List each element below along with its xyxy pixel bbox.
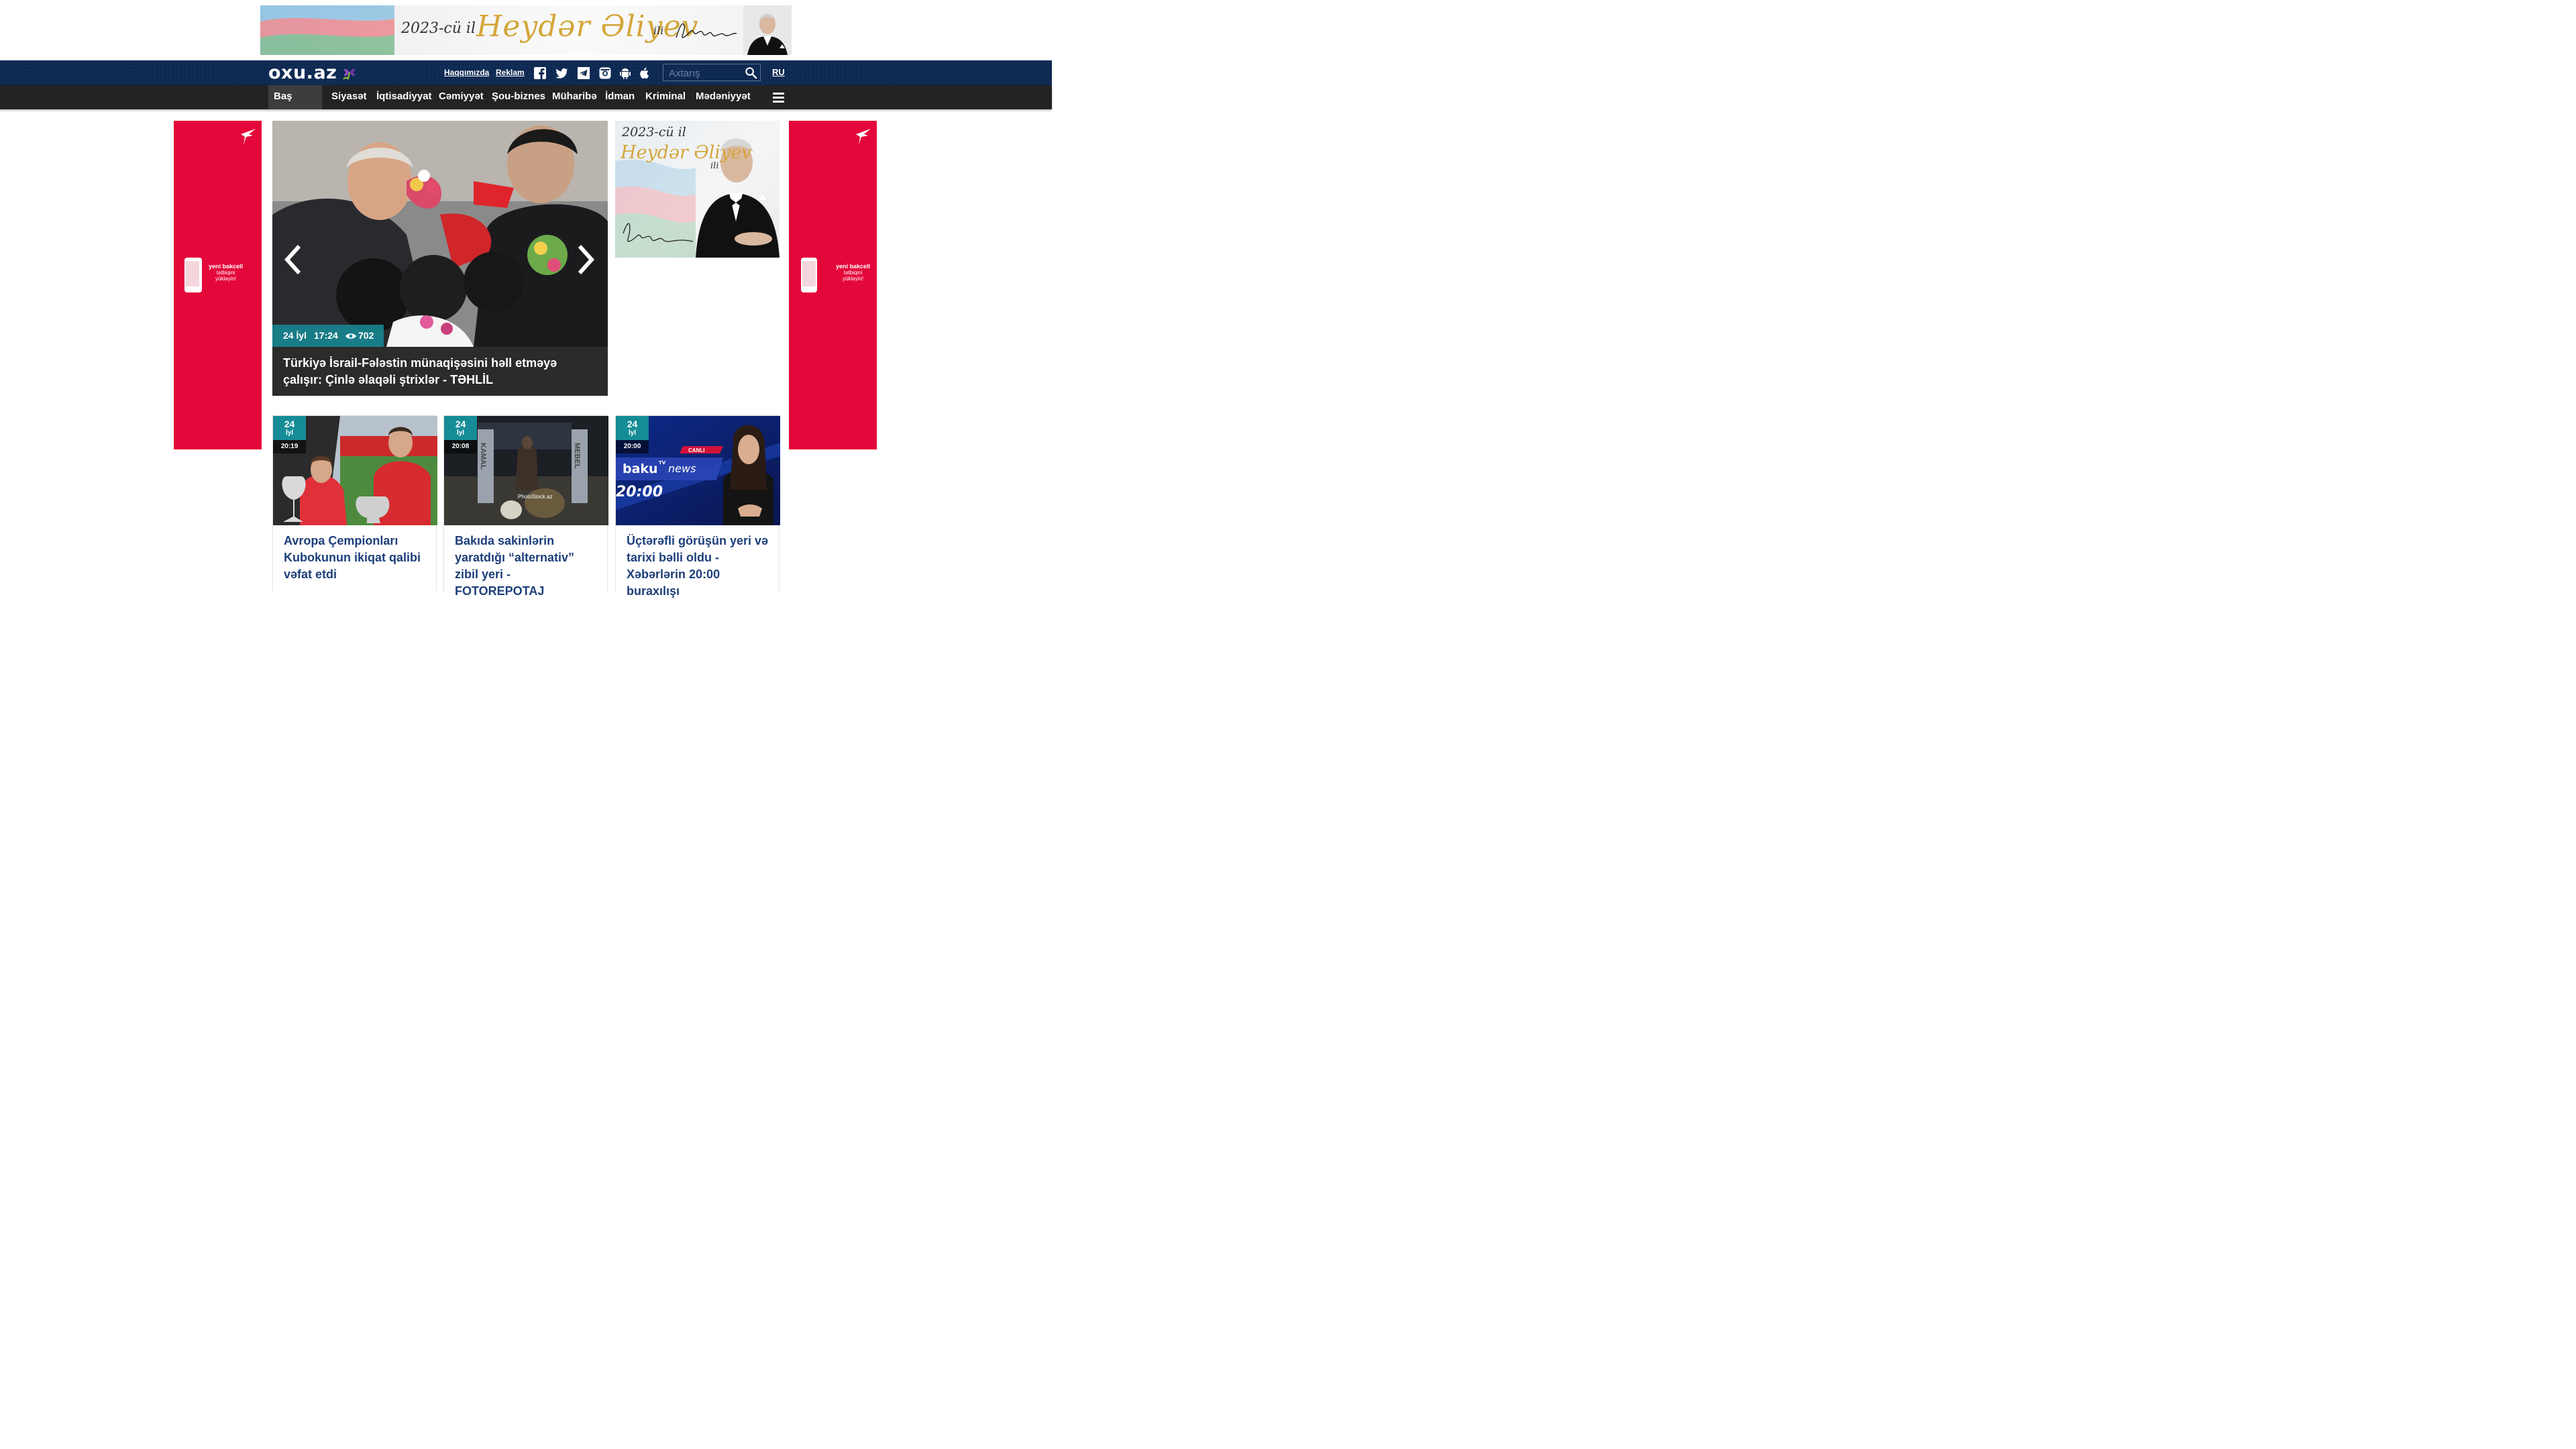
nav-item-showbiz[interactable]: Şou-biznes <box>486 85 551 109</box>
apple-icon[interactable] <box>637 66 651 80</box>
right-ad-name-text: Heydər Əliyev <box>621 142 752 163</box>
side-ad-line3: yükləyin! <box>842 276 864 282</box>
search-icon[interactable] <box>745 66 757 79</box>
portrait-graphic <box>743 5 792 55</box>
logo-text: oxu.az <box>268 62 337 83</box>
flower-icon <box>343 68 356 80</box>
hero-time: 17:24 <box>314 330 338 341</box>
bakcell-logo-icon <box>856 129 871 145</box>
banner-name-text: Heydər Əliyev <box>476 9 699 44</box>
hero-caption[interactable]: Türkiyə İsrail-Fələstin münaqişəsini həl… <box>272 347 608 396</box>
hero-date: 24 İyl <box>283 330 307 341</box>
slider-next-icon[interactable] <box>577 245 594 274</box>
broadcast-time-text: 20:00 <box>616 484 663 500</box>
card-month: İyl <box>628 429 637 437</box>
news-card[interactable]: CANLI baku TV news 20:00 24 İyl 20:00 Üç… <box>615 415 780 598</box>
right-side-ad[interactable]: yeni bakcell tətbiqini yükləyin! <box>789 121 877 449</box>
language-switch-ru[interactable]: RU <box>772 67 785 77</box>
search-input[interactable] <box>667 66 744 80</box>
right-ad-year-text: 2023-cü il <box>622 125 686 140</box>
phone-graphic <box>184 258 202 292</box>
bakcell-logo-icon <box>241 129 256 145</box>
instagram-icon[interactable] <box>598 66 612 80</box>
side-ad-line2: tətbiqini <box>843 270 863 276</box>
left-side-ad[interactable]: yeni bakcell tətbiqini yükləyin! <box>174 121 262 449</box>
side-ad-line3: yükləyin! <box>215 276 237 282</box>
search-box <box>663 64 761 81</box>
side-ad-text: yeni bakcell tətbiqini yükləyin! <box>836 264 870 282</box>
card-time: 20:08 <box>444 440 477 453</box>
card-day: 24 <box>284 419 295 429</box>
nav-item-politics[interactable]: Siyasət <box>326 85 372 109</box>
card-date-badge: 24 İyl <box>616 416 649 440</box>
hero-slider[interactable]: 24 İyl 17:24 702 Türkiyə İsrail-Fələstin… <box>272 121 608 396</box>
banner-year-text: 2023-cü il <box>401 20 476 37</box>
banner-suffix-text: ili <box>653 24 664 37</box>
header-bar <box>0 60 1052 85</box>
card-date-badge: 24 İyl <box>444 416 477 440</box>
card-month: İyl <box>456 429 465 437</box>
tv-text: TV <box>659 460 666 466</box>
site-logo[interactable]: oxu.az <box>268 62 358 83</box>
top-banner-ad[interactable]: 2023-cü il Heydər Əliyev ili <box>260 5 792 55</box>
hero-title[interactable]: Türkiyə İsrail-Fələstin münaqişəsini həl… <box>283 355 598 388</box>
android-icon[interactable] <box>619 66 632 80</box>
nav-item-sport[interactable]: İdman <box>600 85 640 109</box>
card-day: 24 <box>627 419 638 429</box>
nav-item-criminal[interactable]: Kriminal <box>640 85 691 109</box>
card-date-badge: 24 İyl <box>273 416 306 440</box>
live-badge-text: CANLI <box>688 447 704 453</box>
twitter-icon[interactable] <box>555 66 568 80</box>
side-ad-text: yeni bakcell tətbiqini yükləyin! <box>209 264 243 282</box>
card-month: İyl <box>285 429 294 437</box>
nav-item-economy[interactable]: İqtisadiyyat <box>371 85 437 109</box>
news-card[interactable]: KAMAL MEBEL PhotoStock.az 24 İyl 20:08 B… <box>443 415 608 598</box>
card-title[interactable]: Üçtərəfli görüşün yeri və tarixi bəlli o… <box>627 533 771 600</box>
sign-text-right: MEBEL <box>573 443 581 469</box>
flag-graphic <box>260 5 394 55</box>
nav-item-home[interactable]: Baş səhifə <box>268 85 322 125</box>
menu-icon[interactable] <box>773 93 784 103</box>
card-time: 20:19 <box>273 440 306 453</box>
card-day: 24 <box>455 419 466 429</box>
side-ad-line2: tətbiqini <box>216 270 235 276</box>
side-ad-line1: yeni bakcell <box>209 263 244 270</box>
side-ad-line1: yeni bakcell <box>836 263 871 270</box>
telegram-icon[interactable] <box>577 66 590 80</box>
card-time: 20:00 <box>616 440 649 453</box>
facebook-icon[interactable] <box>533 66 547 80</box>
hero-meta: 24 İyl 17:24 702 <box>272 325 384 347</box>
nav-item-culture[interactable]: Mədəniyyət <box>690 85 756 109</box>
eye-icon <box>345 333 356 339</box>
card-title[interactable]: Avropa Çempionları Kubokunun ikiqat qali… <box>284 533 428 583</box>
hero-photo <box>272 121 608 347</box>
news-card[interactable]: 24 İyl 20:19 Avropa Çempionları Kubokunu… <box>272 415 437 592</box>
about-link[interactable]: Haqqımızda <box>444 68 489 77</box>
right-ad-graphic <box>615 138 780 258</box>
slider-prev-icon[interactable] <box>284 245 302 274</box>
signature-graphic <box>676 23 737 38</box>
sign-text-left: KAMAL <box>479 443 487 470</box>
news-text: news <box>668 462 696 475</box>
hero-views: 702 <box>358 330 374 341</box>
photo-watermark: PhotoStock.az <box>518 494 553 500</box>
phone-graphic <box>801 258 817 292</box>
baku-text: baku <box>623 462 658 476</box>
card-title[interactable]: Bakıda sakinlərin yaratdığı “alternativ”… <box>455 533 599 600</box>
advertising-link[interactable]: Reklam <box>496 68 525 77</box>
nav-item-society[interactable]: Cəmiyyət <box>433 85 489 109</box>
right-banner-ad[interactable]: 2023-cü il Heydər Əliyev ili <box>615 121 780 258</box>
nav-item-war[interactable]: Müharibə <box>547 85 602 109</box>
right-ad-suffix-text: ili <box>710 161 719 171</box>
